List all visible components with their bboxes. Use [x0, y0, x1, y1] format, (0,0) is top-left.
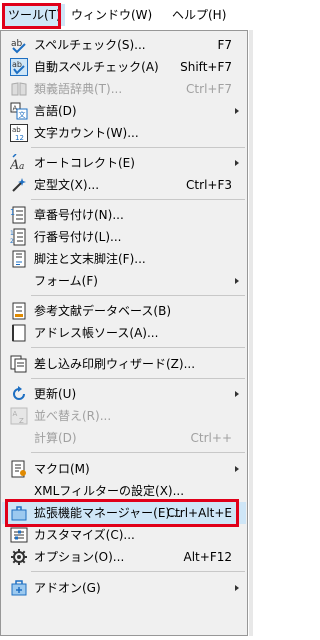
menu-item-autocorrect[interactable]: Aa オートコレクト(E)	[2, 152, 246, 174]
footnote-icon	[10, 250, 28, 268]
submenu-arrow-icon	[235, 585, 239, 591]
submenu-arrow-icon	[235, 108, 239, 114]
svg-text:ab: ab	[12, 126, 21, 134]
addons-icon	[10, 579, 28, 597]
customize-icon	[10, 526, 28, 544]
menu-item-forms[interactable]: フォーム(F)	[2, 270, 246, 292]
auto-spellcheck-icon: ab	[10, 58, 28, 76]
autocorrect-icon: Aa	[10, 154, 28, 172]
svg-text:A: A	[10, 158, 19, 172]
extension-icon	[10, 504, 28, 522]
menu-bar: ツール(T) ウィンドウ(W) ヘルプ(H)	[0, 0, 254, 30]
mail-merge-icon	[10, 355, 28, 373]
separator	[31, 378, 245, 379]
svg-text:2: 2	[10, 238, 14, 245]
book-icon	[10, 80, 28, 98]
menu-item-language[interactable]: A文 言語(D)	[2, 100, 246, 122]
menu-item-word-count[interactable]: ab 12 文字カウント(W)...	[2, 122, 246, 144]
line-numbering-icon: 12	[10, 228, 28, 246]
svg-text:文: 文	[19, 110, 26, 119]
submenu-arrow-icon	[235, 278, 239, 284]
macro-icon	[10, 460, 28, 478]
svg-text:A: A	[13, 410, 18, 418]
menu-item-addons[interactable]: アドオン(G)	[2, 577, 246, 599]
menu-item-extension-manager[interactable]: 拡張機能マネージャー(E)... Ctrl+Alt+E	[2, 502, 246, 524]
menu-item-macros[interactable]: マクロ(M)	[2, 458, 246, 480]
menu-item-update[interactable]: 更新(U)	[2, 383, 246, 405]
menu-item-sort[interactable]: AZ 並べ替え(R)...	[2, 405, 246, 427]
svg-text:a: a	[19, 162, 24, 172]
scrollbar[interactable]	[249, 30, 253, 636]
sort-icon: AZ	[10, 407, 28, 425]
svg-text:Z: Z	[19, 417, 24, 425]
address-book-icon	[10, 324, 28, 342]
separator	[31, 295, 245, 296]
submenu-arrow-icon	[235, 391, 239, 397]
separator	[31, 147, 245, 148]
menu-item-bibliography[interactable]: 参考文献データベース(B)	[2, 300, 246, 322]
language-icon: A文	[10, 102, 28, 120]
submenu-arrow-icon	[235, 160, 239, 166]
word-count-icon: ab 12	[10, 124, 28, 142]
separator	[31, 452, 245, 453]
menu-item-thesaurus[interactable]: 類義語辞典(T)... Ctrl+F7	[2, 78, 246, 100]
menu-item-line-numbering[interactable]: 12 行番号付け(L)...	[2, 226, 246, 248]
menu-window[interactable]: ウィンドウ(W)	[67, 4, 156, 26]
gear-icon	[10, 548, 28, 566]
menu-item-options[interactable]: オプション(O)... Alt+F12	[2, 546, 246, 568]
bibliography-icon	[10, 302, 28, 320]
svg-text:1: 1	[10, 230, 14, 237]
separator	[31, 347, 245, 348]
menu-item-autotext[interactable]: 定型文(X)... Ctrl+F3	[2, 174, 246, 196]
separator	[31, 199, 245, 200]
menu-item-address-book[interactable]: アドレス帳ソース(A)...	[2, 322, 246, 344]
menu-item-customize[interactable]: カスタマイズ(C)...	[2, 524, 246, 546]
menu-tools[interactable]: ツール(T)	[4, 4, 65, 26]
separator	[31, 571, 245, 572]
tools-dropdown-menu: ab スペルチェック(S)... F7 ab 自動スペルチェック(A) Shif…	[0, 30, 248, 636]
menu-item-mail-merge[interactable]: 差し込み印刷ウィザード(Z)...	[2, 353, 246, 375]
menu-item-calculate[interactable]: 計算(D) Ctrl++	[2, 427, 246, 449]
chapter-numbering-icon: 1	[10, 206, 28, 224]
svg-text:12: 12	[15, 134, 24, 142]
autotext-wand-icon	[10, 176, 28, 194]
refresh-icon	[10, 385, 28, 403]
menu-item-spelling[interactable]: ab スペルチェック(S)... F7	[2, 34, 246, 56]
menu-help[interactable]: ヘルプ(H)	[168, 4, 230, 26]
submenu-arrow-icon	[235, 466, 239, 472]
spellcheck-icon: ab	[10, 36, 28, 54]
menu-item-chapter-numbering[interactable]: 1 章番号付け(N)...	[2, 204, 246, 226]
menu-item-xml-filter[interactable]: XMLフィルターの設定(X)...	[2, 480, 246, 502]
menu-item-auto-spellcheck[interactable]: ab 自動スペルチェック(A) Shift+F7	[2, 56, 246, 78]
svg-text:1: 1	[10, 208, 15, 217]
menu-item-footnotes[interactable]: 脚注と文末脚注(F)...	[2, 248, 246, 270]
svg-text:ab: ab	[12, 60, 22, 69]
